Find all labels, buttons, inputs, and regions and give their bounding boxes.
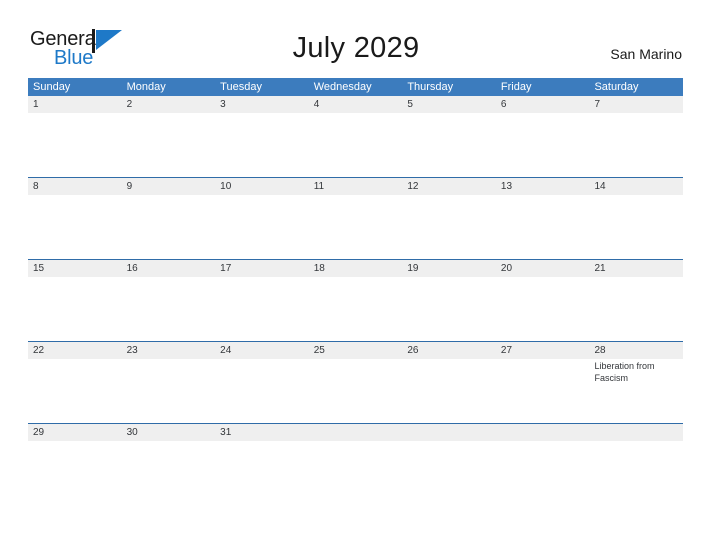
week-cells: 29 30 31	[28, 424, 684, 466]
weekday-header-sunday: Sunday	[33, 81, 71, 93]
event-label[interactable]: Liberation from Fascism	[594, 361, 678, 384]
weekday-header-wednesday: Wednesday	[313, 81, 372, 93]
day-cell[interactable]: 1	[28, 96, 122, 177]
day-number: 2	[126, 99, 133, 110]
calendar-week-row: 15 16 17 18 19 20 21	[28, 259, 684, 341]
day-number	[314, 424, 398, 441]
day-number: 5	[407, 99, 413, 110]
weekday-header-thursday: Thursday	[407, 81, 454, 93]
week-cells: 8 9 10 11 12 13 14	[28, 178, 684, 259]
day-cell[interactable]: 16	[121, 260, 216, 341]
day-cell[interactable]: 29	[28, 424, 122, 466]
day-cell[interactable]: 12	[402, 178, 496, 259]
calendar-week-row: 29 30 31	[28, 423, 684, 466]
day-number: 20	[500, 263, 513, 274]
weekday-header-row: Sunday Monday Tuesday Wednesday Thursday…	[28, 78, 683, 96]
day-cell[interactable]: 15	[28, 260, 122, 341]
day-number: 1	[33, 99, 39, 110]
day-cell[interactable]: 17	[215, 260, 309, 341]
day-cell[interactable]: 7	[589, 96, 684, 177]
weekday-header-friday: Friday	[500, 81, 532, 93]
day-number: 7	[594, 99, 601, 110]
day-cell[interactable]: 18	[308, 260, 403, 341]
day-cell[interactable]: 25	[308, 342, 403, 423]
day-number: 3	[220, 99, 226, 110]
day-number: 26	[407, 345, 419, 356]
day-cell[interactable]	[495, 424, 590, 466]
day-cell[interactable]: 3	[215, 96, 309, 177]
day-number: 28	[594, 345, 606, 356]
day-number: 13	[500, 181, 513, 192]
day-number: 14	[594, 181, 606, 192]
day-cell[interactable]: 22	[28, 342, 122, 423]
day-number: 19	[407, 263, 419, 274]
day-number: 24	[220, 345, 232, 356]
calendar-week-row: 22 23 24 25 26 27 28 Liberation from Fascism	[28, 341, 684, 423]
day-cell[interactable]: 13	[495, 178, 590, 259]
calendar-week-row: 1 2 3 4 5 6 7	[28, 96, 684, 177]
day-number: 16	[126, 263, 138, 274]
day-cell[interactable]: 6	[495, 96, 590, 177]
week-cells: 15 16 17 18 19 20 21	[28, 260, 684, 341]
day-cell[interactable]: 24	[215, 342, 309, 423]
day-cell[interactable]: 9	[121, 178, 216, 259]
day-cell[interactable]: 20	[495, 260, 590, 341]
day-cell[interactable]: 8	[28, 178, 122, 259]
day-cell[interactable]: 5	[402, 96, 496, 177]
day-number: 25	[313, 345, 325, 356]
day-number: 11	[313, 181, 325, 192]
day-number: 6	[500, 99, 507, 110]
day-cell[interactable]: 28 Liberation from Fascism	[589, 342, 684, 423]
weekday-header-saturday: Saturday	[594, 81, 639, 93]
day-cell[interactable]: 21	[589, 260, 684, 341]
day-cell[interactable]: 27	[495, 342, 590, 423]
day-cell[interactable]	[589, 424, 684, 466]
week-cells: 1 2 3 4 5 6 7	[28, 96, 684, 177]
week-cells: 22 23 24 25 26 27 28 Liberation from Fascism	[28, 342, 684, 423]
day-number: 27	[500, 345, 513, 356]
calendar-weeks: 1 2 3 4 5 6 7 8 9 10 11 12 13 14 15 16 17 18 19 20 21 22 23 24 2…	[28, 96, 684, 466]
day-number: 10	[220, 181, 232, 192]
day-number: 4	[313, 99, 320, 110]
day-number	[501, 424, 585, 441]
day-cell[interactable]: 4	[308, 96, 403, 177]
day-number: 9	[126, 181, 133, 192]
day-number: 8	[33, 181, 39, 192]
day-cell[interactable]: 11	[308, 178, 403, 259]
weekday-header-tuesday: Tuesday	[220, 81, 262, 93]
day-cell[interactable]: 26	[402, 342, 496, 423]
day-cell[interactable]: 2	[121, 96, 216, 177]
day-number: 15	[33, 263, 45, 274]
day-number: 18	[313, 263, 325, 274]
day-number: 23	[126, 345, 138, 356]
day-cell[interactable]	[308, 424, 403, 466]
day-cell[interactable]	[402, 424, 496, 466]
calendar-week-row: 8 9 10 11 12 13 14	[28, 177, 684, 259]
day-number: 12	[407, 181, 419, 192]
day-cell[interactable]: 10	[215, 178, 309, 259]
day-events: Liberation from Fascism	[594, 359, 678, 384]
calendar-grid: Sunday Monday Tuesday Wednesday Thursday…	[28, 78, 684, 466]
day-cell[interactable]: 30	[121, 424, 216, 466]
day-cell[interactable]: 31	[215, 424, 309, 466]
day-cell[interactable]: 23	[121, 342, 216, 423]
page-header: General Blue July 2029 San Marino	[0, 0, 712, 78]
day-cell[interactable]: 14	[589, 178, 684, 259]
day-number: 17	[220, 263, 232, 274]
day-cell[interactable]: 19	[402, 260, 496, 341]
day-number	[407, 424, 491, 441]
day-number: 22	[33, 345, 45, 356]
day-number	[594, 424, 678, 441]
page-title: July 2029	[292, 32, 420, 64]
day-number: 30	[126, 427, 138, 438]
weekday-header-monday: Monday	[126, 81, 166, 93]
day-number: 29	[33, 427, 45, 438]
day-number: 31	[220, 427, 232, 438]
region-label: San Marino	[610, 46, 682, 62]
day-number: 21	[594, 263, 606, 274]
